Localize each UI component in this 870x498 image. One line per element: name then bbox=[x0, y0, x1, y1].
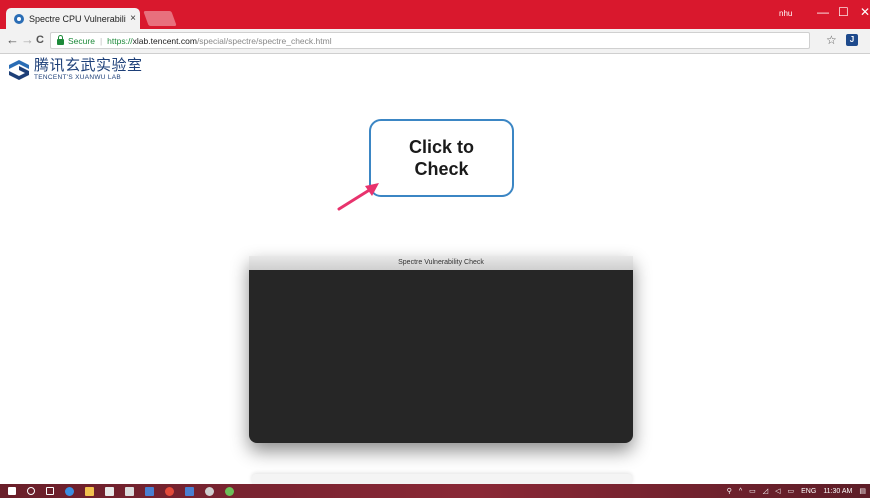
people-icon[interactable]: ⚲ bbox=[727, 487, 732, 495]
mail-icon[interactable] bbox=[125, 486, 134, 496]
url-scheme: https:// bbox=[107, 35, 133, 46]
app-icon-2[interactable] bbox=[185, 486, 194, 496]
network-icon[interactable]: ◿ bbox=[763, 487, 768, 495]
tab-title: Spectre CPU Vulnerabilit bbox=[29, 13, 126, 24]
browser-toolbar: ← → C Secure | https:// xlab.tencent.com… bbox=[0, 29, 870, 54]
show-hidden-icons-icon[interactable]: ^ bbox=[739, 488, 742, 495]
callout-text: Click to Check bbox=[408, 137, 474, 179]
tab-favicon-icon bbox=[14, 13, 24, 24]
forward-button[interactable]: → bbox=[21, 33, 34, 47]
task-view-icon[interactable] bbox=[46, 487, 54, 495]
clock[interactable]: 11:30 AM bbox=[823, 488, 852, 495]
settings-icon[interactable] bbox=[205, 486, 214, 496]
url-separator: | bbox=[99, 35, 103, 46]
url-path: /special/spectre/spectre_check.html bbox=[196, 35, 332, 46]
url-host: xlab.tencent.com bbox=[132, 35, 197, 46]
app-icon[interactable] bbox=[145, 486, 154, 496]
volume-icon[interactable]: ◁ bbox=[775, 487, 780, 495]
maximize-button[interactable]: ☐ bbox=[838, 5, 849, 19]
language-indicator[interactable]: ENG bbox=[801, 488, 816, 495]
xuanwu-logo-icon bbox=[9, 59, 29, 80]
logo-english-text: TENCENT'S XUANWU LAB bbox=[34, 74, 122, 81]
spectre-check-window[interactable]: Spectre Vulnerability Check bbox=[249, 256, 633, 443]
store-icon[interactable] bbox=[105, 486, 114, 496]
spectre-check-window-title: Spectre Vulnerability Check bbox=[249, 256, 633, 270]
address-bar[interactable]: Secure | https:// xlab.tencent.com /spec… bbox=[50, 32, 810, 49]
extension-icon[interactable]: J bbox=[846, 34, 858, 46]
windows-taskbar: ⚲ ^ ▭ ◿ ◁ ▭ ENG 11:30 AM ▤ bbox=[0, 484, 870, 498]
reload-button[interactable]: C bbox=[36, 33, 44, 47]
close-window-button[interactable]: ✕ bbox=[860, 5, 870, 19]
profile-name[interactable]: nhu bbox=[779, 9, 792, 18]
tab-close-icon[interactable]: × bbox=[126, 13, 140, 24]
system-tray: ⚲ ^ ▭ ◿ ◁ ▭ ENG 11:30 AM ▤ bbox=[720, 484, 866, 498]
app-icon-3[interactable] bbox=[225, 486, 234, 496]
logo-chinese-text: 腾讯玄武实验室 bbox=[34, 57, 143, 74]
bookmark-star-icon[interactable]: ☆ bbox=[826, 33, 837, 47]
notifications-icon[interactable]: ▤ bbox=[859, 487, 866, 495]
secondary-panel bbox=[252, 474, 632, 484]
pointer-arrow-icon bbox=[337, 183, 379, 211]
new-tab-button[interactable] bbox=[143, 11, 177, 26]
browser-tab[interactable]: Spectre CPU Vulnerabilit × bbox=[6, 8, 140, 29]
cortana-icon[interactable] bbox=[27, 487, 35, 495]
edge-icon[interactable] bbox=[65, 486, 74, 496]
secure-label: Secure bbox=[68, 35, 95, 46]
back-button[interactable]: ← bbox=[6, 33, 19, 47]
click-to-check-callout: Click to Check bbox=[369, 119, 514, 197]
minimize-button[interactable]: — bbox=[817, 5, 829, 19]
keyboard-icon[interactable]: ▭ bbox=[788, 487, 795, 495]
windows-start-icon[interactable] bbox=[8, 487, 16, 495]
battery-icon[interactable]: ▭ bbox=[749, 487, 756, 495]
chrome-icon[interactable] bbox=[165, 486, 174, 496]
file-explorer-icon[interactable] bbox=[85, 486, 94, 496]
xuanwu-lab-logo[interactable]: 腾讯玄武实验室 TENCENT'S XUANWU LAB bbox=[8, 58, 143, 81]
lock-icon bbox=[57, 34, 64, 45]
browser-titlebar: Spectre CPU Vulnerabilit × nhu — ☐ ✕ bbox=[0, 0, 870, 29]
